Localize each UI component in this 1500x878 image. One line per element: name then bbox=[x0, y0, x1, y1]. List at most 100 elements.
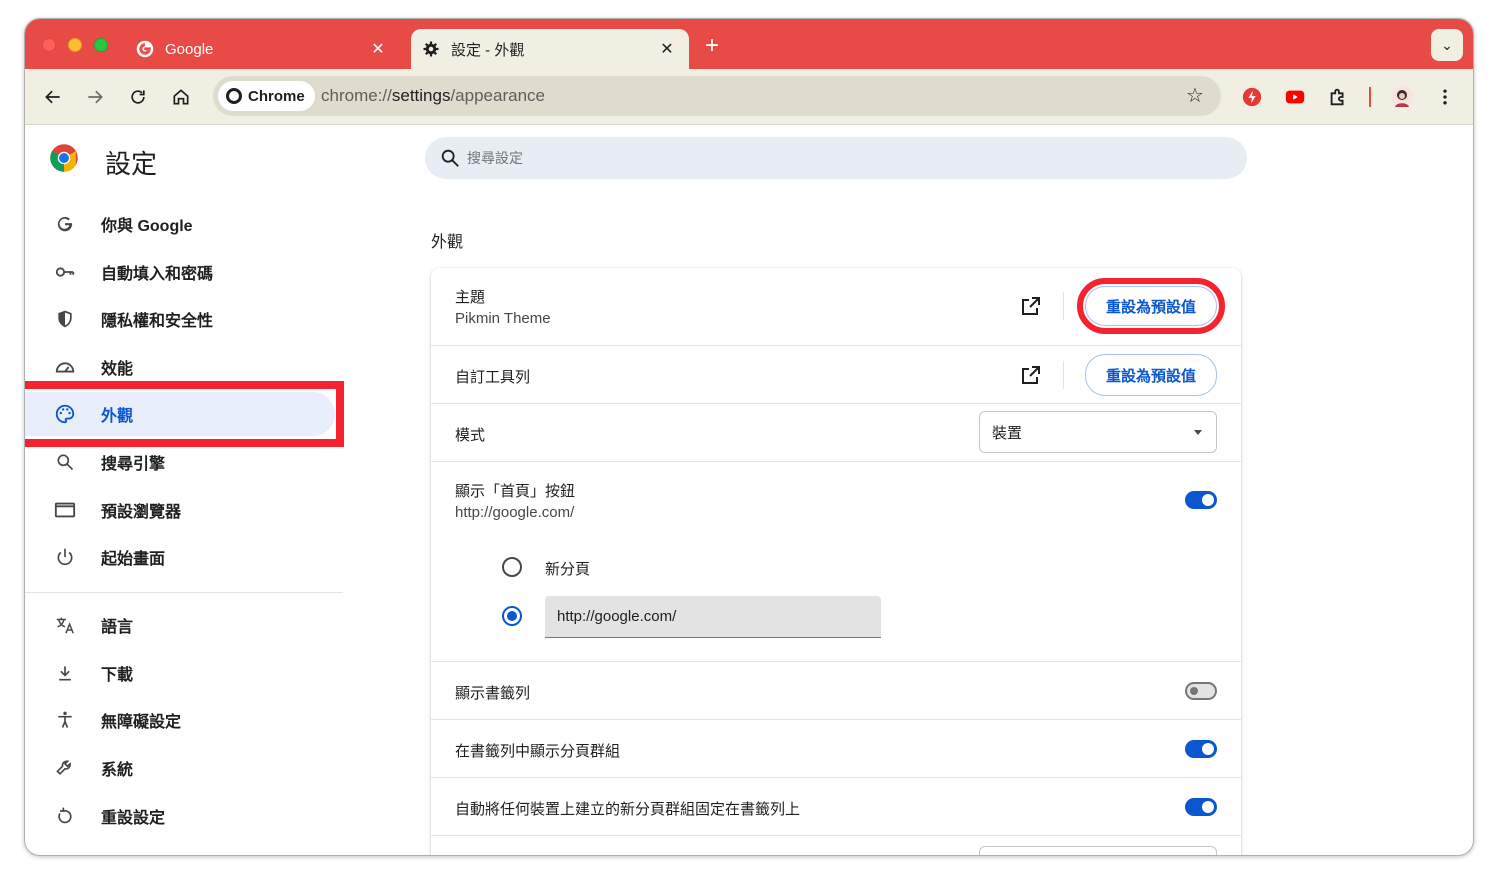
accessibility-icon bbox=[53, 708, 77, 732]
tab-title: Google bbox=[165, 40, 214, 58]
browser-window: Google ✕ 設定 - 外觀 ✕ + ⌄ Chrome chrome://s… bbox=[24, 18, 1474, 856]
sidebar-item-downloads[interactable]: 下載 bbox=[25, 651, 335, 695]
section-title: 外觀 bbox=[431, 234, 464, 251]
minimize-window-button[interactable] bbox=[68, 38, 82, 52]
mode-row: 模式 裝置 bbox=[431, 403, 1241, 461]
bookmarks-bar-toggle[interactable] bbox=[1185, 682, 1217, 700]
address-bar[interactable]: Chrome chrome://settings/appearance ☆ bbox=[213, 76, 1221, 116]
gear-icon bbox=[421, 39, 441, 59]
speedometer-icon bbox=[53, 355, 77, 379]
extension-red-icon[interactable] bbox=[1237, 82, 1267, 112]
tab-settings[interactable]: 設定 - 外觀 ✕ bbox=[411, 29, 689, 69]
settings-search-bar[interactable] bbox=[425, 137, 1247, 179]
tab-search-button[interactable]: ⌄ bbox=[1431, 29, 1463, 61]
power-icon bbox=[53, 545, 77, 569]
home-button-label: 顯示「首頁」按鈕 bbox=[455, 483, 576, 500]
theme-value: Pikmin Theme bbox=[455, 310, 551, 327]
arrow-right-icon bbox=[88, 90, 103, 104]
sidebar-item-on-startup[interactable]: 起始畫面 bbox=[25, 535, 335, 579]
wrench-icon bbox=[53, 756, 77, 780]
home-icon bbox=[173, 89, 189, 105]
partial-select[interactable] bbox=[979, 846, 1217, 855]
radio-custom-url[interactable] bbox=[502, 606, 522, 626]
tab-title: 設定 - 外觀 bbox=[451, 41, 525, 59]
google-g-icon bbox=[53, 212, 77, 236]
reload-icon bbox=[131, 90, 145, 104]
close-tab-icon[interactable]: ✕ bbox=[366, 39, 390, 59]
open-in-new-icon[interactable] bbox=[1019, 294, 1043, 318]
tab-strip: Google ✕ 設定 - 外觀 ✕ + ⌄ bbox=[25, 19, 1473, 69]
translate-icon bbox=[53, 613, 77, 637]
url-text[interactable]: chrome://settings/appearance bbox=[321, 86, 545, 106]
download-icon bbox=[53, 661, 77, 685]
close-window-button[interactable] bbox=[42, 38, 56, 52]
new-tab-button[interactable]: + bbox=[701, 32, 723, 60]
appearance-highlight-box bbox=[25, 381, 344, 447]
chrome-logo-icon bbox=[49, 143, 79, 173]
maximize-window-button[interactable] bbox=[94, 38, 108, 52]
forward-button[interactable] bbox=[79, 81, 111, 113]
reload-button[interactable] bbox=[122, 81, 154, 113]
auto-pin-row: 自動將任何裝置上建立的新分頁群組固定在書籤列上 bbox=[431, 777, 1241, 835]
site-chip-label: Chrome bbox=[248, 87, 305, 105]
search-input[interactable] bbox=[467, 150, 1167, 166]
arrow-left-icon bbox=[45, 90, 60, 104]
tab-groups-row: 在書籤列中顯示分頁群組 bbox=[431, 719, 1241, 777]
next-row bbox=[431, 835, 1241, 855]
profile-avatar[interactable] bbox=[1387, 82, 1417, 112]
sidebar-item-autofill[interactable]: 自動填入和密碼 bbox=[25, 250, 335, 294]
home-url-input[interactable]: http://google.com/ bbox=[545, 596, 881, 638]
reset-icon bbox=[53, 804, 77, 828]
open-in-new-icon[interactable] bbox=[1019, 363, 1043, 387]
auto-pin-label: 自動將任何裝置上建立的新分頁群組固定在書籤列上 bbox=[455, 801, 801, 818]
home-button[interactable] bbox=[165, 81, 197, 113]
row-separator bbox=[1063, 292, 1064, 320]
home-button-row: 顯示「首頁」按鈕 http://google.com/ 新分頁 http://g… bbox=[431, 461, 1241, 661]
customize-toolbar-label: 自訂工具列 bbox=[455, 369, 531, 386]
radio-new-tab[interactable] bbox=[502, 557, 522, 577]
auto-pin-toggle[interactable] bbox=[1185, 798, 1217, 816]
dropdown-arrow-icon bbox=[1194, 429, 1202, 435]
browser-window-icon bbox=[53, 498, 77, 522]
search-icon bbox=[53, 450, 77, 474]
radio-new-tab-label: 新分頁 bbox=[545, 561, 591, 578]
chrome-logo-icon bbox=[226, 88, 242, 104]
key-icon bbox=[53, 260, 77, 284]
mode-select[interactable]: 裝置 bbox=[979, 411, 1217, 453]
toolbar: Chrome chrome://settings/appearance ☆ bbox=[25, 69, 1473, 125]
close-tab-icon[interactable]: ✕ bbox=[655, 39, 679, 59]
site-chip[interactable]: Chrome bbox=[218, 81, 315, 111]
home-button-toggle[interactable] bbox=[1185, 491, 1217, 509]
customize-toolbar-row: 自訂工具列 重設為預設值 bbox=[431, 345, 1241, 403]
sidebar-item-languages[interactable]: 語言 bbox=[25, 603, 335, 647]
appearance-card: 主題 Pikmin Theme 重設為預設值 自訂工具列 重設為預設值 模式 裝… bbox=[431, 268, 1241, 855]
bookmark-star-icon[interactable]: ☆ bbox=[1183, 84, 1207, 108]
more-menu-icon[interactable] bbox=[1430, 82, 1460, 112]
sidebar-item-system[interactable]: 系統 bbox=[25, 746, 335, 790]
sidebar-item-privacy[interactable]: 隱私權和安全性 bbox=[25, 297, 335, 341]
bookmarks-bar-row: 顯示書籤列 bbox=[431, 661, 1241, 719]
toolbar-divider bbox=[1369, 87, 1371, 107]
sidebar-item-default-browser[interactable]: 預設瀏覽器 bbox=[25, 488, 335, 532]
tab-groups-toggle[interactable] bbox=[1185, 740, 1217, 758]
google-favicon-icon bbox=[135, 39, 155, 59]
tab-google[interactable]: Google ✕ bbox=[125, 29, 400, 69]
theme-label: 主題 bbox=[455, 289, 486, 306]
sidebar-item-reset-settings[interactable]: 重設設定 bbox=[25, 794, 335, 838]
extensions-puzzle-icon[interactable] bbox=[1323, 82, 1353, 112]
sidebar-divider bbox=[25, 592, 343, 593]
page-title: 設定 bbox=[105, 149, 158, 179]
mode-select-value: 裝置 bbox=[992, 424, 1023, 442]
mode-label: 模式 bbox=[455, 427, 486, 444]
shield-icon bbox=[53, 307, 77, 331]
back-button[interactable] bbox=[37, 81, 69, 113]
bookmarks-bar-label: 顯示書籤列 bbox=[455, 685, 531, 702]
youtube-icon[interactable] bbox=[1280, 82, 1310, 112]
theme-row: 主題 Pikmin Theme 重設為預設值 bbox=[431, 268, 1241, 345]
home-button-url: http://google.com/ bbox=[455, 504, 575, 521]
row-separator bbox=[1063, 361, 1064, 389]
sidebar-item-accessibility[interactable]: 無障礙設定 bbox=[25, 698, 335, 742]
toolbar-reset-button[interactable]: 重設為預設值 bbox=[1085, 354, 1217, 396]
reset-highlight-box bbox=[1077, 278, 1225, 334]
sidebar-item-you-and-google[interactable]: 你與 Google bbox=[25, 202, 335, 246]
